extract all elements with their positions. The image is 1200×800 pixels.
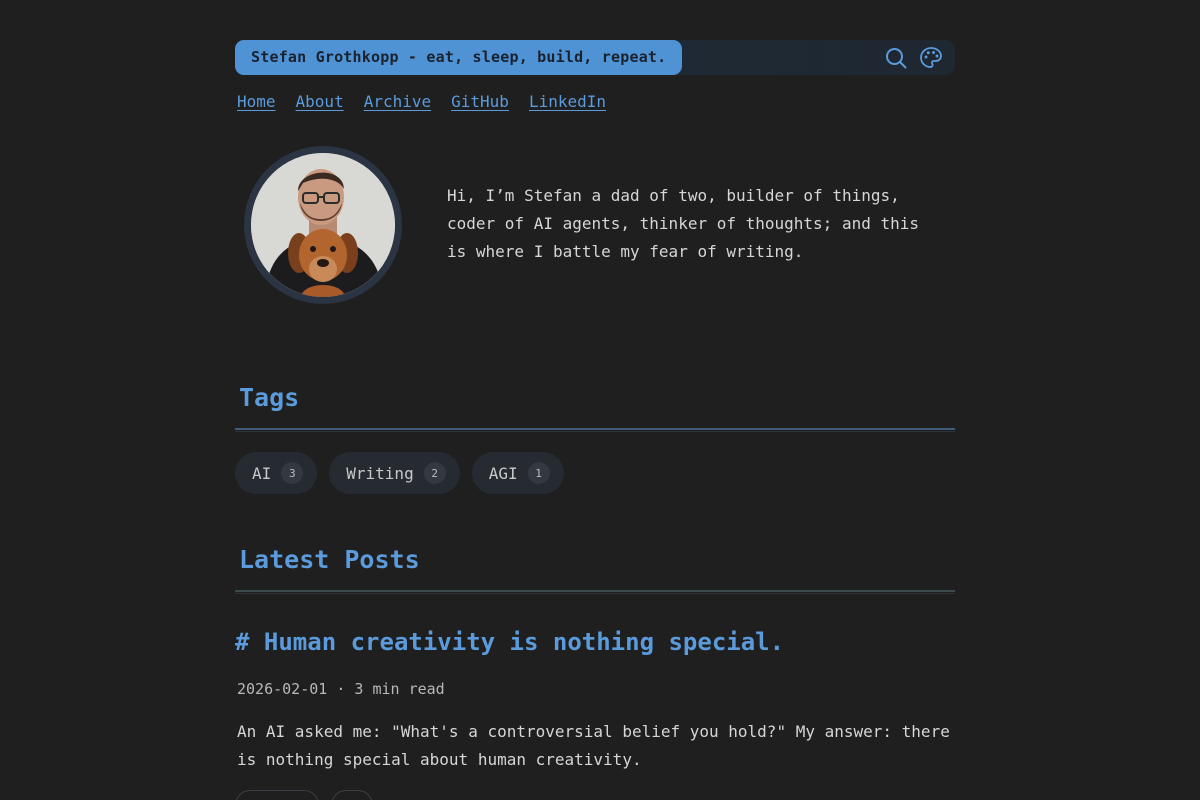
site-title[interactable]: Stefan Grothkopp - eat, sleep, build, re… [235, 40, 683, 75]
nav-archive[interactable]: Archive [364, 92, 431, 111]
post-tag[interactable] [331, 790, 373, 800]
post-tag[interactable] [235, 790, 319, 800]
avatar [244, 146, 402, 304]
main-nav: Home About Archive GitHub LinkedIn [237, 92, 606, 111]
tag-ai[interactable]: AI 3 [235, 452, 318, 494]
posts-divider [235, 590, 955, 594]
tag-agi[interactable]: AGI 1 [471, 452, 564, 494]
tags-heading: Tags [239, 383, 300, 412]
latest-posts-heading: Latest Posts [239, 545, 420, 574]
nav-home[interactable]: Home [237, 92, 276, 111]
nav-about[interactable]: About [296, 92, 344, 111]
post-excerpt: An AI asked me: "What's a controversial … [237, 722, 950, 769]
nav-linkedin[interactable]: LinkedIn [529, 92, 606, 111]
palette-icon[interactable] [919, 46, 943, 70]
tag-label: Writing [346, 463, 414, 483]
tag-label: AGI [488, 463, 518, 483]
post-title-link[interactable]: # Human creativity is nothing special. [235, 628, 784, 656]
intro-text: Hi, I’m Stefan a dad of two, builder of … [447, 186, 920, 261]
header-bar: Stefan Grothkopp - eat, sleep, build, re… [235, 40, 955, 75]
post-meta: 2026-02-01 · 3 min read [237, 680, 445, 698]
tags-divider [235, 428, 955, 432]
avatar-photo [251, 153, 395, 297]
search-icon[interactable] [885, 47, 907, 69]
tag-count-badge: 3 [281, 462, 304, 484]
nav-github[interactable]: GitHub [451, 92, 509, 111]
tag-label: AI [252, 463, 272, 483]
tag-writing[interactable]: Writing 2 [329, 452, 460, 494]
header-icons [885, 40, 943, 75]
post-tag-list [235, 790, 373, 800]
tag-list: AI 3 Writing 2 AGI 1 [235, 452, 564, 494]
tag-count-badge: 2 [423, 462, 446, 484]
tag-count-badge: 1 [527, 462, 550, 484]
